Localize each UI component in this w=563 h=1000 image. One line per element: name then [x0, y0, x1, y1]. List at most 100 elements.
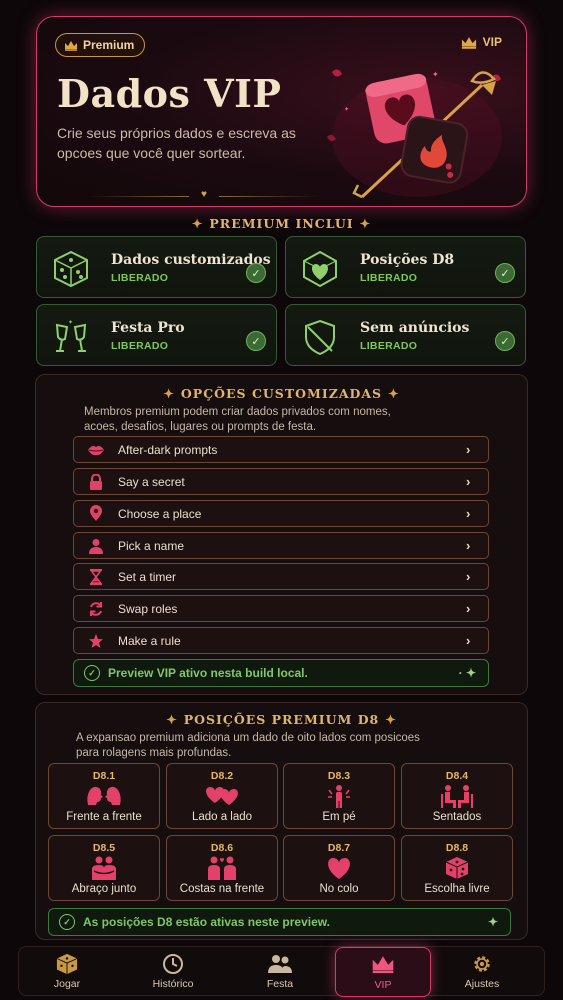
check-icon: ✓ [495, 263, 515, 283]
position-card-d8-6[interactable]: D8.6 Costas na frente [166, 835, 278, 901]
position-code: D8.5 [92, 842, 116, 854]
chevron-right-icon: › [466, 506, 471, 521]
back-to-front-icon [208, 856, 236, 880]
feature-title: Festa Pro [111, 320, 185, 336]
location-pin-icon [90, 505, 102, 521]
position-label: Lado a lado [191, 811, 253, 823]
position-card-d8-2[interactable]: D8.2 Lado a lado [166, 763, 278, 829]
option-set-a-timer[interactable]: Set a timer › [73, 563, 489, 590]
nav-item-festa[interactable]: Festa [235, 947, 325, 997]
position-label: Frente a frente [66, 811, 142, 823]
feature-status: LIBERADO [111, 340, 169, 352]
vip-preview-notice: ✓ Preview VIP ativo nesta build local. ·… [73, 659, 489, 687]
clock-icon [163, 954, 183, 974]
champagne-icon: ✦ [55, 319, 87, 352]
check-circle-icon: ✓ [59, 914, 75, 930]
hearts-icon [206, 787, 238, 805]
custom-options-header: ✦ OPÇÕES CUSTOMIZADAS ✦ [163, 386, 400, 401]
option-label: After-dark prompts [118, 442, 218, 457]
position-label: Em pé [322, 811, 356, 823]
option-label: Make a rule [118, 633, 181, 648]
position-card-d8-4[interactable]: D8.4 Sentados [401, 763, 513, 829]
standing-icon [328, 785, 350, 808]
premium-includes-header: ✦ PREMIUM INCLUI ✦ [191, 216, 372, 231]
chevron-right-icon: › [466, 633, 471, 648]
bottom-nav: Jogar Histórico Festa VIP Ajustes [18, 946, 545, 997]
lock-icon [90, 473, 102, 490]
vip-hero-card: Premium VIP Dados VIP Crie seus próprios… [36, 16, 527, 207]
position-code: D8.2 [210, 770, 234, 782]
position-label: Costas na frente [179, 883, 265, 895]
chevron-right-icon: › [466, 538, 471, 553]
chevron-right-icon: › [466, 601, 471, 616]
positions-active-notice: ✓ As posições D8 estão ativas neste prev… [48, 908, 511, 936]
chevron-right-icon: › [466, 442, 471, 457]
feature-status: LIBERADO [360, 340, 418, 352]
feature-card-festa-pro: ✦ Festa Pro LIBERADO ✓ [36, 304, 277, 366]
position-code: D8.1 [92, 770, 116, 782]
feature-card-sem-anuncios: Sem anúncios LIBERADO ✓ [285, 304, 526, 366]
group-icon [268, 955, 292, 973]
feature-title: Sem anúncios [360, 320, 470, 336]
nav-item-historico[interactable]: Histórico [128, 947, 218, 997]
position-code: D8.7 [327, 842, 351, 854]
lips-icon [88, 445, 104, 455]
nav-label: Ajustes [464, 978, 500, 990]
position-label: No colo [319, 883, 359, 895]
hourglass-icon [90, 568, 102, 585]
sparkle-icon: · ✦ [458, 666, 476, 680]
custom-options-title: OPÇÕES CUSTOMIZADAS [180, 386, 383, 401]
hug-icon [92, 856, 116, 880]
feature-card-dados-customizados: Dados customizados LIBERADO ✓ [36, 236, 277, 298]
seated-icon [441, 785, 473, 808]
position-card-d8-8[interactable]: D8.8 Escolha livre [401, 835, 513, 901]
face-to-face-icon [87, 786, 121, 805]
option-say-a-secret[interactable]: Say a secret › [73, 468, 489, 495]
nav-item-jogar[interactable]: Jogar [22, 947, 112, 997]
heart-icon: ♥ [201, 189, 207, 200]
vip-preview-text: Preview VIP ativo nesta build local. [108, 666, 308, 680]
dice-icon [54, 250, 88, 288]
nav-label: VIP [374, 979, 392, 991]
no-ads-shield-icon [305, 319, 335, 356]
hero-subtitle: Crie seus próprios dados e escreva as op… [57, 125, 296, 161]
option-label: Swap roles [118, 601, 178, 616]
option-after-dark-prompts[interactable]: After-dark prompts › [73, 436, 489, 463]
person-icon [89, 538, 103, 554]
feature-title: Dados customizados [111, 252, 271, 268]
gear-icon [474, 956, 490, 972]
positions-header: ✦ POSIÇÕES PREMIUM D8 ✦ [166, 712, 397, 727]
position-label: Sentados [432, 811, 482, 823]
option-choose-a-place[interactable]: Choose a place › [73, 500, 489, 527]
position-code: D8.6 [210, 842, 234, 854]
position-label: Abraço junto [71, 883, 137, 895]
positions-description: A expansao premium adiciona um dado de o… [76, 732, 420, 759]
chevron-right-icon: › [466, 474, 471, 489]
option-label: Say a secret [118, 474, 185, 489]
chevron-right-icon: › [466, 569, 471, 584]
nav-label: Festa [266, 978, 294, 990]
svg-text:✦: ✦ [432, 70, 439, 79]
position-code: D8.3 [327, 770, 351, 782]
nav-label: Histórico [152, 978, 194, 990]
option-label: Pick a name [118, 538, 185, 553]
option-make-a-rule[interactable]: Make a rule › [73, 627, 489, 654]
dice-icon [445, 857, 469, 879]
d8-heart-icon [303, 250, 337, 288]
check-icon: ✓ [246, 263, 266, 283]
position-card-d8-1[interactable]: D8.1 Frente a frente [48, 763, 160, 829]
check-circle-icon: ✓ [84, 665, 100, 681]
svg-text:✦: ✦ [68, 319, 73, 326]
position-card-d8-3[interactable]: D8.3 Em pé [283, 763, 395, 829]
position-label: Escolha livre [424, 883, 490, 895]
option-swap-roles[interactable]: Swap roles › [73, 595, 489, 622]
nav-item-vip[interactable]: VIP [335, 947, 431, 997]
position-code: D8.4 [445, 770, 469, 782]
nav-item-ajustes[interactable]: Ajustes [437, 947, 527, 997]
option-pick-a-name[interactable]: Pick a name › [73, 532, 489, 559]
position-card-d8-7[interactable]: D8.7 No colo [283, 835, 395, 901]
position-card-d8-5[interactable]: D8.5 Abraço junto [48, 835, 160, 901]
svg-text:✦: ✦ [344, 106, 349, 113]
star-icon [89, 633, 103, 648]
check-icon: ✓ [246, 331, 266, 351]
